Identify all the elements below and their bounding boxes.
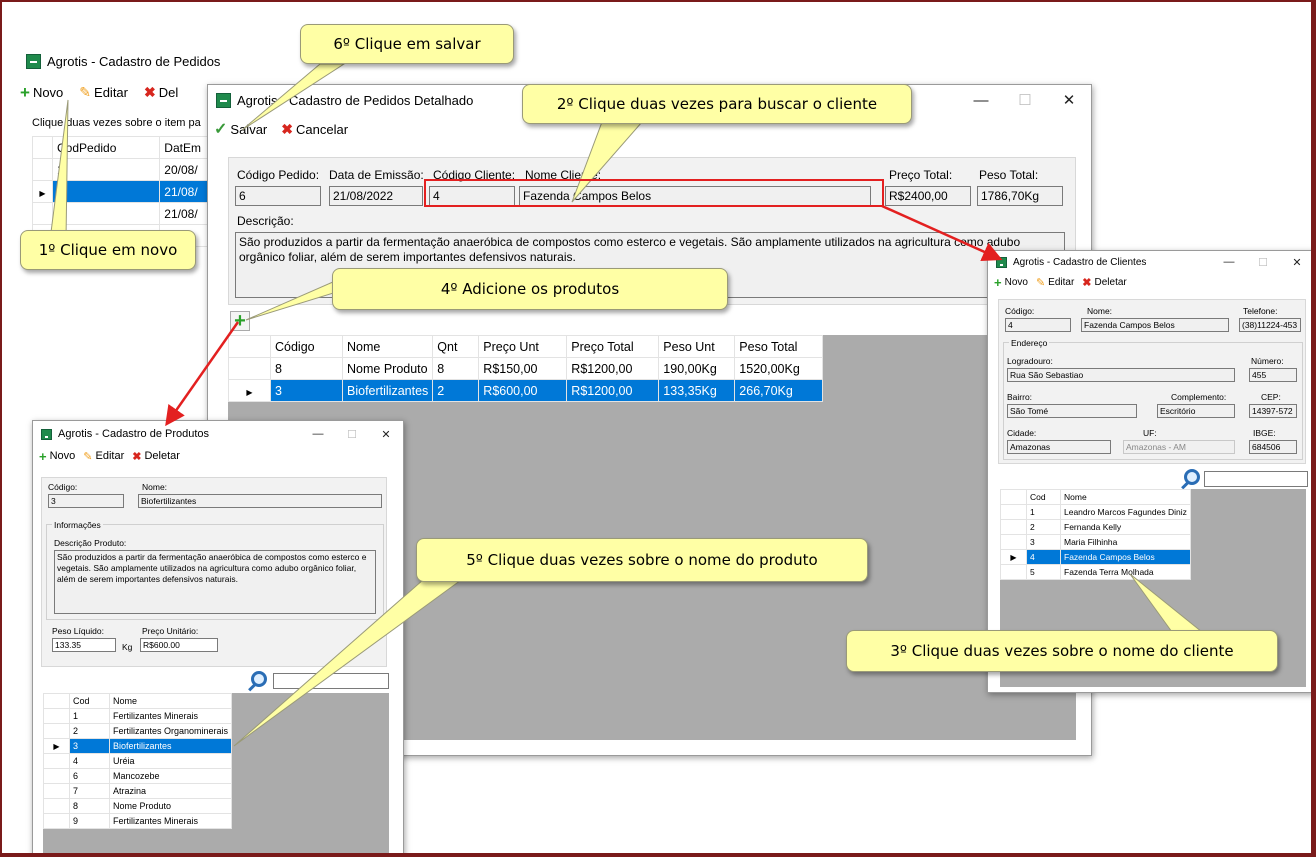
- client-field-highlight: [424, 179, 884, 207]
- callout-pointer: [1129, 573, 1204, 633]
- callout-step2: 2º Clique duas vezes para buscar o clien…: [522, 84, 912, 124]
- callout-pointer: [241, 63, 346, 131]
- callout-step5: 5º Clique duas vezes sobre o nome do pro…: [416, 538, 868, 582]
- screenshot-frame: Agrotis - Cadastro de Pedidos + Novo ✎ Edi…: [0, 0, 1316, 857]
- callout-step1: 1º Clique em novo: [20, 230, 196, 270]
- callout-pointer: [233, 571, 474, 747]
- callout-step3: 3º Clique duas vezes sobre o nome do cli…: [846, 630, 1278, 672]
- callout-pointer: [49, 99, 69, 241]
- callout-step4: 4º Adicione os produtos: [332, 268, 728, 310]
- callout-step6: 6º Clique em salvar: [300, 24, 514, 64]
- callout-pointers: [49, 63, 1204, 747]
